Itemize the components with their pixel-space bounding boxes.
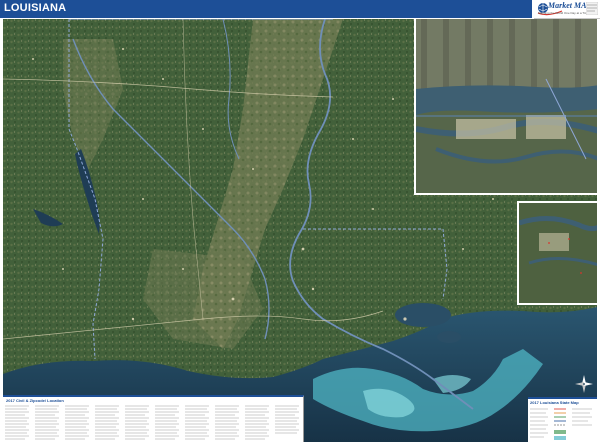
map-title: LOUISIANA [4, 2, 67, 14]
detail-inset-map[interactable] [517, 201, 597, 305]
legend-panel-title: 2017 Louisiana State Map [530, 400, 579, 405]
index-columns [5, 405, 299, 440]
new-orleans-inset-map[interactable] [414, 19, 597, 195]
brand-tagline: Mapping the World One Day at a Time [538, 11, 589, 15]
brand-logo-block: Market MAPS Mapping the World One Day at… [534, 0, 600, 19]
inset-imagery [416, 19, 597, 193]
title-bar: LOUISIANA [0, 0, 532, 18]
city-index-panel[interactable]: 2017 Civil & Zipcode/ Location [3, 395, 304, 442]
map-page: LOUISIANA Market MAPS Mapping the World … [0, 0, 600, 448]
brand-info-icon [586, 2, 598, 15]
detail-inset-imagery [519, 203, 597, 303]
index-panel-title: 2017 Civil & Zipcode/ Location [6, 398, 64, 403]
map-legend-panel[interactable]: 2017 Louisiana State Map [528, 397, 597, 442]
satellite-map[interactable]: 2017 Civil & Zipcode/ Location 2017 Loui… [3, 19, 597, 442]
north-arrow-icon [575, 375, 593, 393]
legend-symbols [530, 408, 592, 440]
